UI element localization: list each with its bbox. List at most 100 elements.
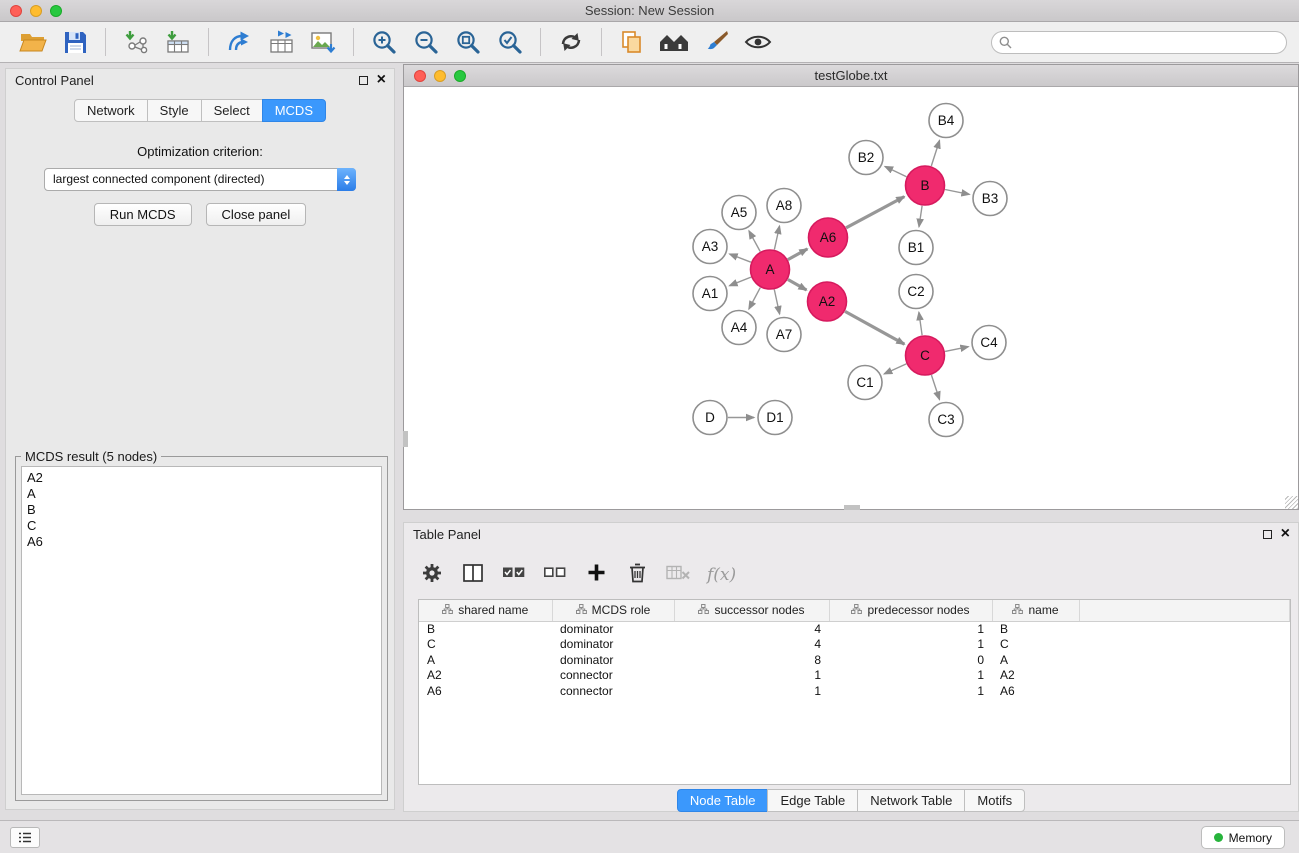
mcds-result-item[interactable]: A — [27, 486, 376, 502]
column-header-name[interactable]: name — [992, 600, 1079, 621]
deselect-all-button[interactable] — [543, 560, 567, 590]
graph-edge-C-C4[interactable] — [945, 347, 968, 352]
graph-node-B1[interactable]: B1 — [899, 231, 933, 265]
table-cell[interactable]: dominator — [552, 621, 674, 637]
mcds-result-item[interactable]: A6 — [27, 534, 376, 550]
graph-node-A7[interactable]: A7 — [767, 318, 801, 352]
mcds-result-item[interactable]: A2 — [27, 470, 376, 486]
task-history-button[interactable] — [10, 827, 40, 848]
graph-node-B[interactable]: B — [906, 166, 945, 205]
mcds-result-item[interactable]: B — [27, 502, 376, 518]
import-table-url-button[interactable] — [263, 25, 299, 59]
graph-node-A8[interactable]: A8 — [767, 189, 801, 223]
table-cell[interactable]: A — [992, 653, 1079, 669]
table-cell[interactable]: connector — [552, 668, 674, 684]
search-field[interactable] — [991, 31, 1287, 54]
graph-edge-B-B2[interactable] — [885, 167, 907, 177]
network-graph[interactable]: B4B2BB3A8A5A6A3B1AC2A1A2A4A7C4CC1C3DD1 — [404, 88, 1298, 509]
table-cell[interactable]: A6 — [992, 684, 1079, 700]
network-maximize-icon[interactable] — [454, 70, 466, 82]
graph-edge-A-A3[interactable] — [730, 254, 751, 262]
select-all-button[interactable] — [502, 560, 526, 590]
memory-button[interactable]: Memory — [1201, 826, 1285, 849]
graph-node-B4[interactable]: B4 — [929, 104, 963, 138]
table-cell[interactable]: A6 — [419, 684, 552, 700]
close-table-panel-icon[interactable]: × — [1281, 528, 1290, 540]
tab-network-table[interactable]: Network Table — [857, 789, 965, 812]
graph-node-C2[interactable]: C2 — [899, 275, 933, 309]
table-cell[interactable]: 1 — [674, 684, 829, 700]
network-close-icon[interactable] — [414, 70, 426, 82]
graph-node-B2[interactable]: B2 — [849, 141, 883, 175]
column-header-mcds-role[interactable]: MCDS role — [552, 600, 674, 621]
network-minimize-icon[interactable] — [434, 70, 446, 82]
minimize-window-icon[interactable] — [30, 5, 42, 17]
graph-node-C[interactable]: C — [906, 336, 945, 375]
column-header-shared-name[interactable]: shared name — [419, 600, 552, 621]
table-row[interactable]: A6connector11A6 — [419, 684, 1290, 700]
documents-button[interactable] — [614, 25, 650, 59]
tab-motifs[interactable]: Motifs — [964, 789, 1025, 812]
float-panel-icon[interactable] — [359, 76, 368, 85]
tab-select[interactable]: Select — [201, 99, 263, 122]
graph-edge-A-A8[interactable] — [774, 226, 779, 250]
graph-edge-A-A6[interactable] — [788, 249, 808, 260]
tab-node-table[interactable]: Node Table — [677, 789, 769, 812]
delete-row-button[interactable] — [625, 560, 649, 590]
table-cell[interactable]: dominator — [552, 653, 674, 669]
delete-table-button[interactable] — [666, 560, 690, 590]
zoom-out-button[interactable] — [408, 25, 444, 59]
column-header-predecessor-nodes[interactable]: predecessor nodes — [829, 600, 992, 621]
run-mcds-button[interactable]: Run MCDS — [94, 203, 192, 226]
table-cell[interactable]: 4 — [674, 637, 829, 653]
eye-button[interactable] — [740, 25, 776, 59]
table-row[interactable]: A2connector11A2 — [419, 668, 1290, 684]
table-cell[interactable]: 1 — [829, 668, 992, 684]
mcds-result-item[interactable]: C — [27, 518, 376, 534]
graph-edge-B-B3[interactable] — [945, 190, 969, 195]
graph-node-A3[interactable]: A3 — [693, 230, 727, 264]
export-image-button[interactable] — [305, 25, 341, 59]
graph-node-A1[interactable]: A1 — [693, 277, 727, 311]
tab-edge-table[interactable]: Edge Table — [767, 789, 858, 812]
table-cell[interactable]: 1 — [829, 621, 992, 637]
graph-node-B3[interactable]: B3 — [973, 182, 1007, 216]
graph-node-A5[interactable]: A5 — [722, 196, 756, 230]
float-table-panel-icon[interactable] — [1263, 530, 1272, 539]
table-cell[interactable]: 8 — [674, 653, 829, 669]
zoom-selected-button[interactable] — [492, 25, 528, 59]
maximize-window-icon[interactable] — [50, 5, 62, 17]
table-cell[interactable]: dominator — [552, 637, 674, 653]
tab-mcds[interactable]: MCDS — [262, 99, 326, 122]
table-cell[interactable]: 1 — [829, 684, 992, 700]
graph-edge-C-C1[interactable] — [884, 364, 906, 374]
add-row-button[interactable] — [584, 560, 608, 590]
graph-node-C4[interactable]: C4 — [972, 326, 1006, 360]
resize-grip[interactable] — [1285, 496, 1298, 509]
tab-style[interactable]: Style — [147, 99, 202, 122]
table-cell[interactable]: C — [992, 637, 1079, 653]
graph-edge-A6-B[interactable] — [846, 197, 904, 228]
import-network-button[interactable] — [118, 25, 154, 59]
table-cell[interactable]: 0 — [829, 653, 992, 669]
table-cell[interactable]: B — [419, 621, 552, 637]
table-row[interactable]: Adominator80A — [419, 653, 1290, 669]
scrollbar-stub[interactable] — [844, 505, 860, 510]
graph-edge-C-C2[interactable] — [919, 312, 922, 335]
table-settings-button[interactable] — [420, 560, 444, 590]
zoom-in-button[interactable] — [366, 25, 402, 59]
criterion-dropdown[interactable]: largest connected component (directed) — [44, 168, 356, 191]
brush-button[interactable] — [698, 25, 734, 59]
graph-node-D[interactable]: D — [693, 401, 727, 435]
network-canvas[interactable]: B4B2BB3A8A5A6A3B1AC2A1A2A4A7C4CC1C3DD1 — [404, 88, 1298, 509]
graph-node-A2[interactable]: A2 — [808, 282, 847, 321]
table-cell[interactable]: A2 — [419, 668, 552, 684]
table-cell[interactable]: 1 — [674, 668, 829, 684]
table-cell[interactable]: A2 — [992, 668, 1079, 684]
graph-edge-C-C3[interactable] — [931, 375, 939, 400]
table-cell[interactable]: C — [419, 637, 552, 653]
close-panel-icon[interactable]: × — [377, 74, 386, 86]
table-cell[interactable]: connector — [552, 684, 674, 700]
import-table-button[interactable] — [160, 25, 196, 59]
graph-edge-B-B4[interactable] — [931, 141, 939, 167]
